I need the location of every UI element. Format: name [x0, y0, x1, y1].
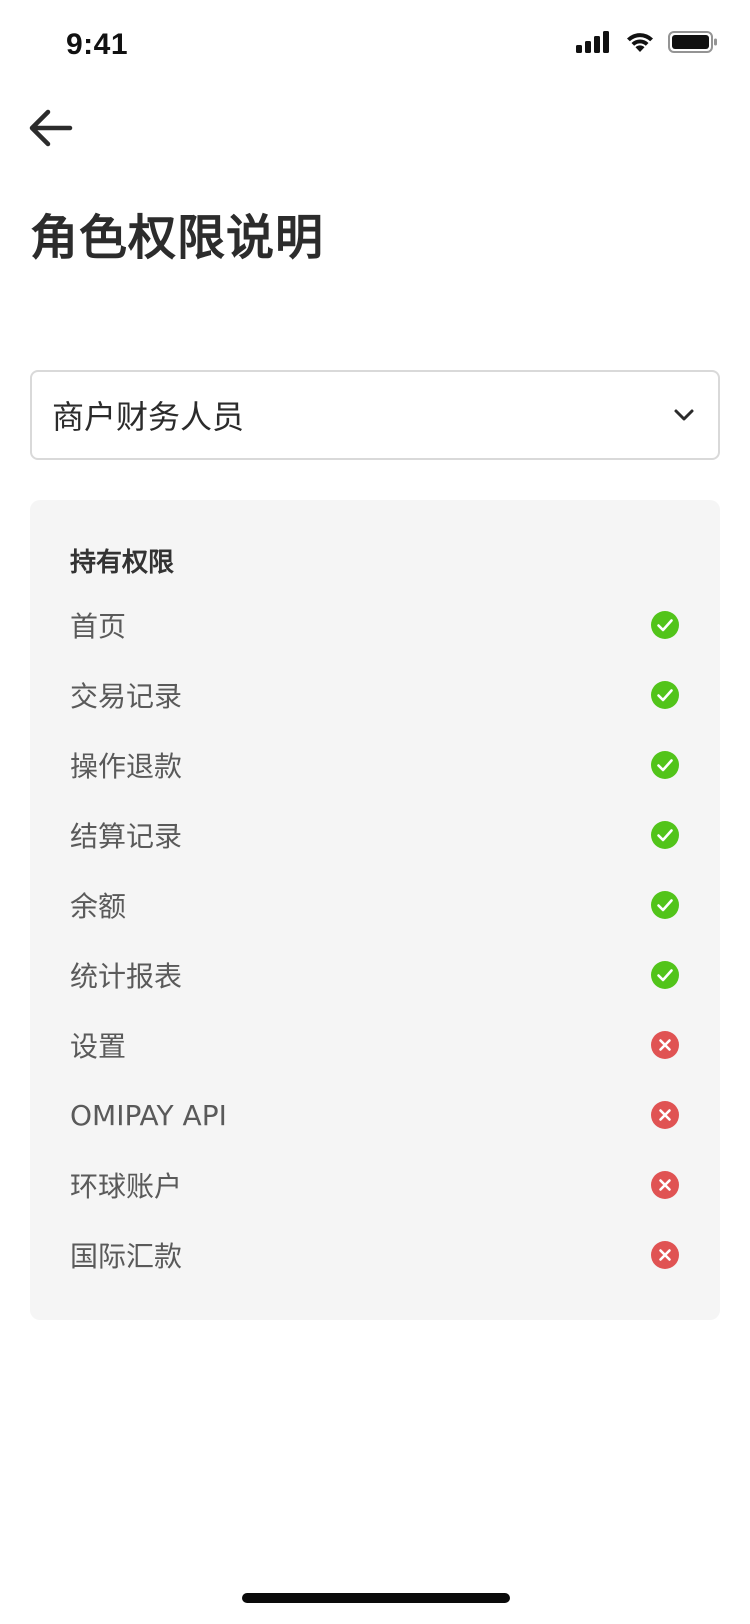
check-circle-icon	[650, 890, 680, 920]
check-circle-icon	[650, 820, 680, 850]
signal-icon	[576, 31, 609, 53]
wifi-icon	[627, 33, 653, 52]
permission-label: 设置	[70, 1030, 127, 1063]
permission-item: 操作退款	[70, 730, 680, 800]
permission-label: 首页	[70, 610, 127, 643]
permission-item: 交易记录	[70, 660, 680, 730]
permission-item: OMIPAY API	[70, 1080, 680, 1150]
screen: 9:41 角色权限说明 商户财务人员 持有权限 首页 交易记录 操作退款 结算记…	[0, 0, 750, 1624]
permission-label: 国际汇款	[70, 1240, 183, 1273]
status-icons	[576, 30, 718, 54]
check-circle-icon	[650, 610, 680, 640]
close-circle-icon	[650, 1170, 680, 1200]
role-select[interactable]: 商户财务人员	[30, 370, 720, 460]
permission-label: 结算记录	[70, 820, 183, 853]
back-button[interactable]	[28, 108, 80, 154]
permission-item: 首页	[70, 590, 680, 660]
permissions-heading: 持有权限	[70, 548, 175, 578]
permission-item: 国际汇款	[70, 1220, 680, 1290]
page-title: 角色权限说明	[30, 210, 325, 266]
status-bar: 9:41	[0, 0, 750, 92]
permission-item: 结算记录	[70, 800, 680, 870]
battery-icon	[668, 31, 717, 53]
home-indicator	[242, 1593, 510, 1603]
permission-label: 统计报表	[70, 960, 183, 993]
permission-label: OMIPAY API	[70, 1098, 227, 1132]
permission-label: 操作退款	[70, 750, 183, 783]
permission-item: 设置	[70, 1010, 680, 1080]
permission-label: 环球账户	[70, 1170, 183, 1203]
check-circle-icon	[650, 680, 680, 710]
role-select-value: 商户财务人员	[52, 398, 245, 436]
permission-label: 余额	[70, 890, 127, 923]
permission-item: 余额	[70, 870, 680, 940]
permission-item: 统计报表	[70, 940, 680, 1010]
permissions-list: 首页交易记录操作退款结算记录余额统计报表设置 OMIPAY API 环球账户国际汇款	[70, 590, 680, 1290]
arrow-left-icon	[29, 109, 73, 147]
check-circle-icon	[650, 750, 680, 780]
permission-item: 环球账户	[70, 1150, 680, 1220]
chevron-down-icon	[674, 409, 694, 421]
close-circle-icon	[650, 1240, 680, 1270]
check-circle-icon	[650, 960, 680, 990]
close-circle-icon	[650, 1100, 680, 1130]
status-time: 9:41	[66, 28, 129, 61]
close-circle-icon	[650, 1030, 680, 1060]
permissions-card: 持有权限 首页交易记录操作退款结算记录余额统计报表设置 OMIPAY API 环球账…	[30, 500, 720, 1320]
permission-label: 交易记录	[70, 680, 183, 713]
